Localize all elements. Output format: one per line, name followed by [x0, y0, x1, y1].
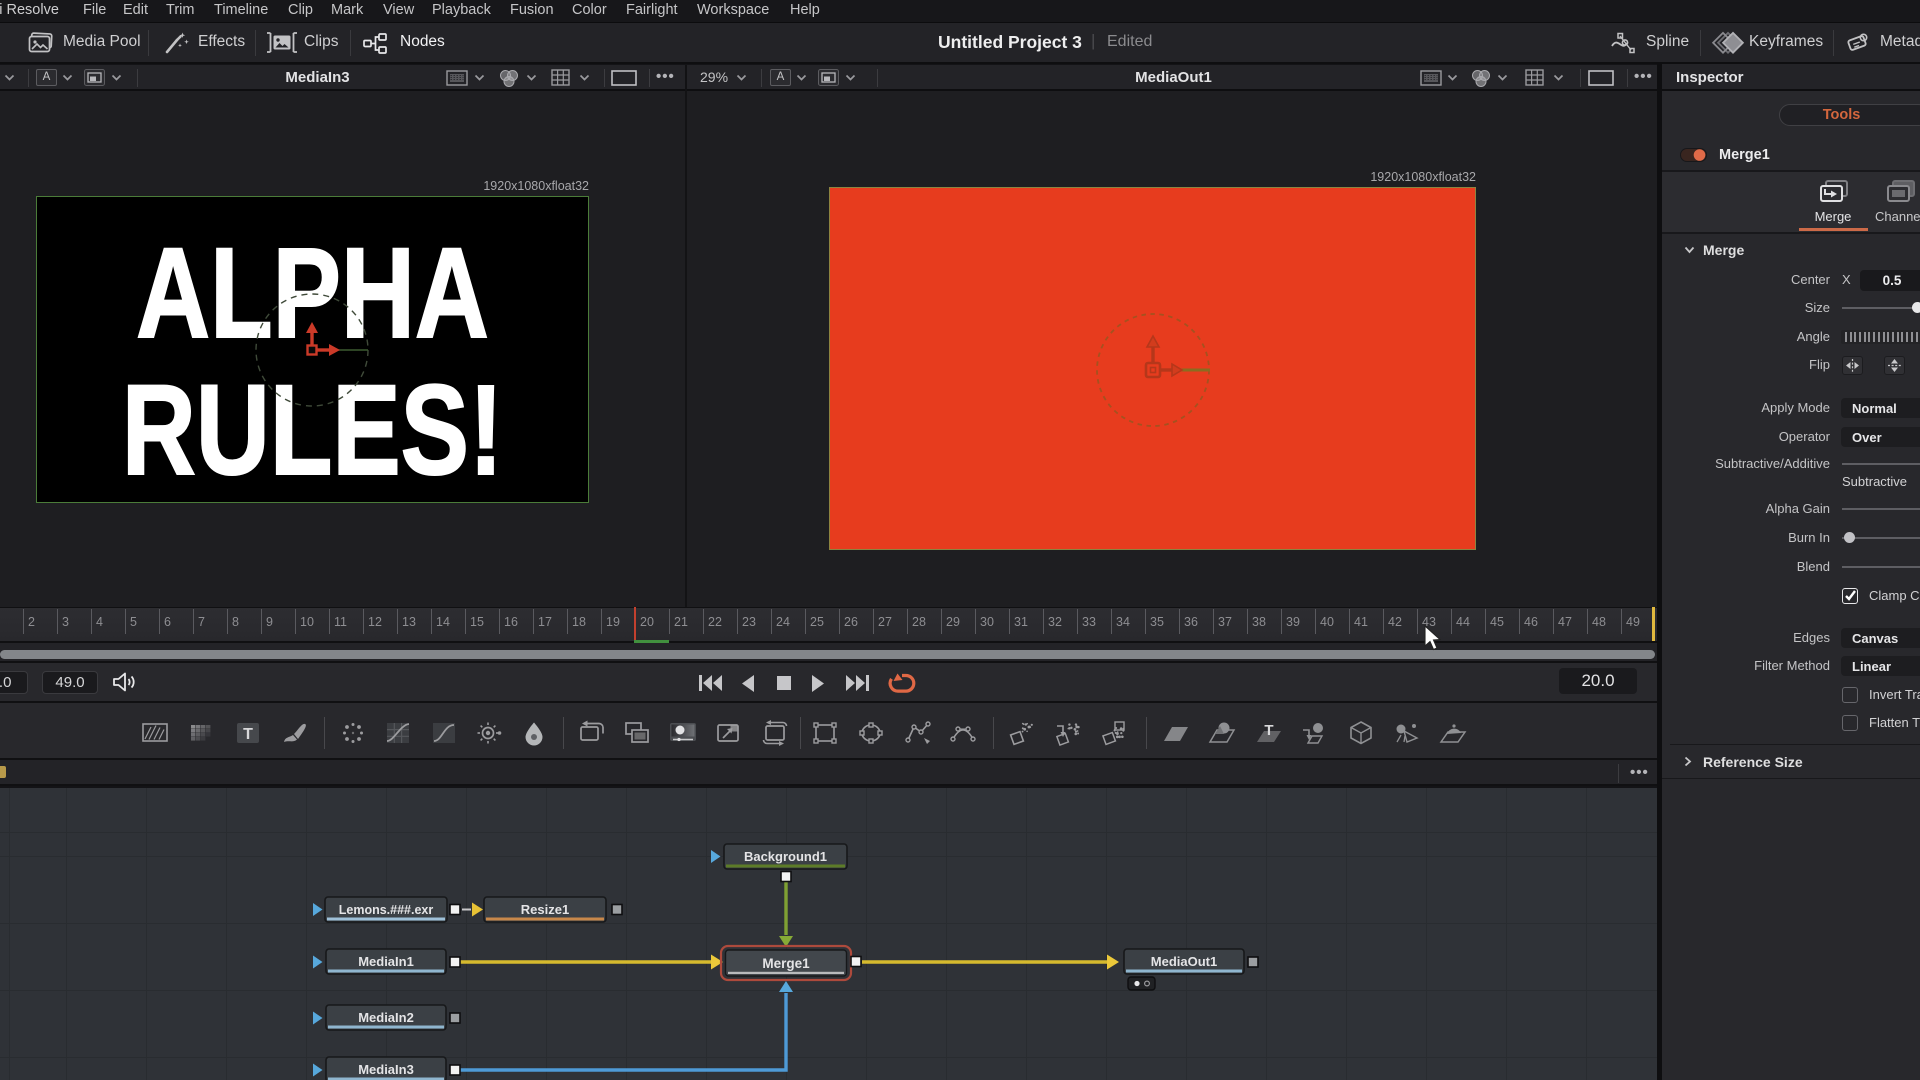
- svg-text:MediaIn1: MediaIn1: [358, 954, 414, 969]
- svg-text:Resize1: Resize1: [521, 902, 569, 917]
- svg-text:MediaIn3: MediaIn3: [358, 1062, 414, 1077]
- svg-text:T: T: [243, 726, 253, 743]
- svg-text:MediaOut1: MediaOut1: [1151, 954, 1217, 969]
- svg-text:Merge1: Merge1: [762, 956, 810, 971]
- svg-text:T: T: [1264, 722, 1273, 739]
- svg-text:Background1: Background1: [744, 849, 827, 864]
- svg-text:MediaIn2: MediaIn2: [358, 1010, 414, 1025]
- svg-text:Lemons.###.exr: Lemons.###.exr: [339, 903, 434, 917]
